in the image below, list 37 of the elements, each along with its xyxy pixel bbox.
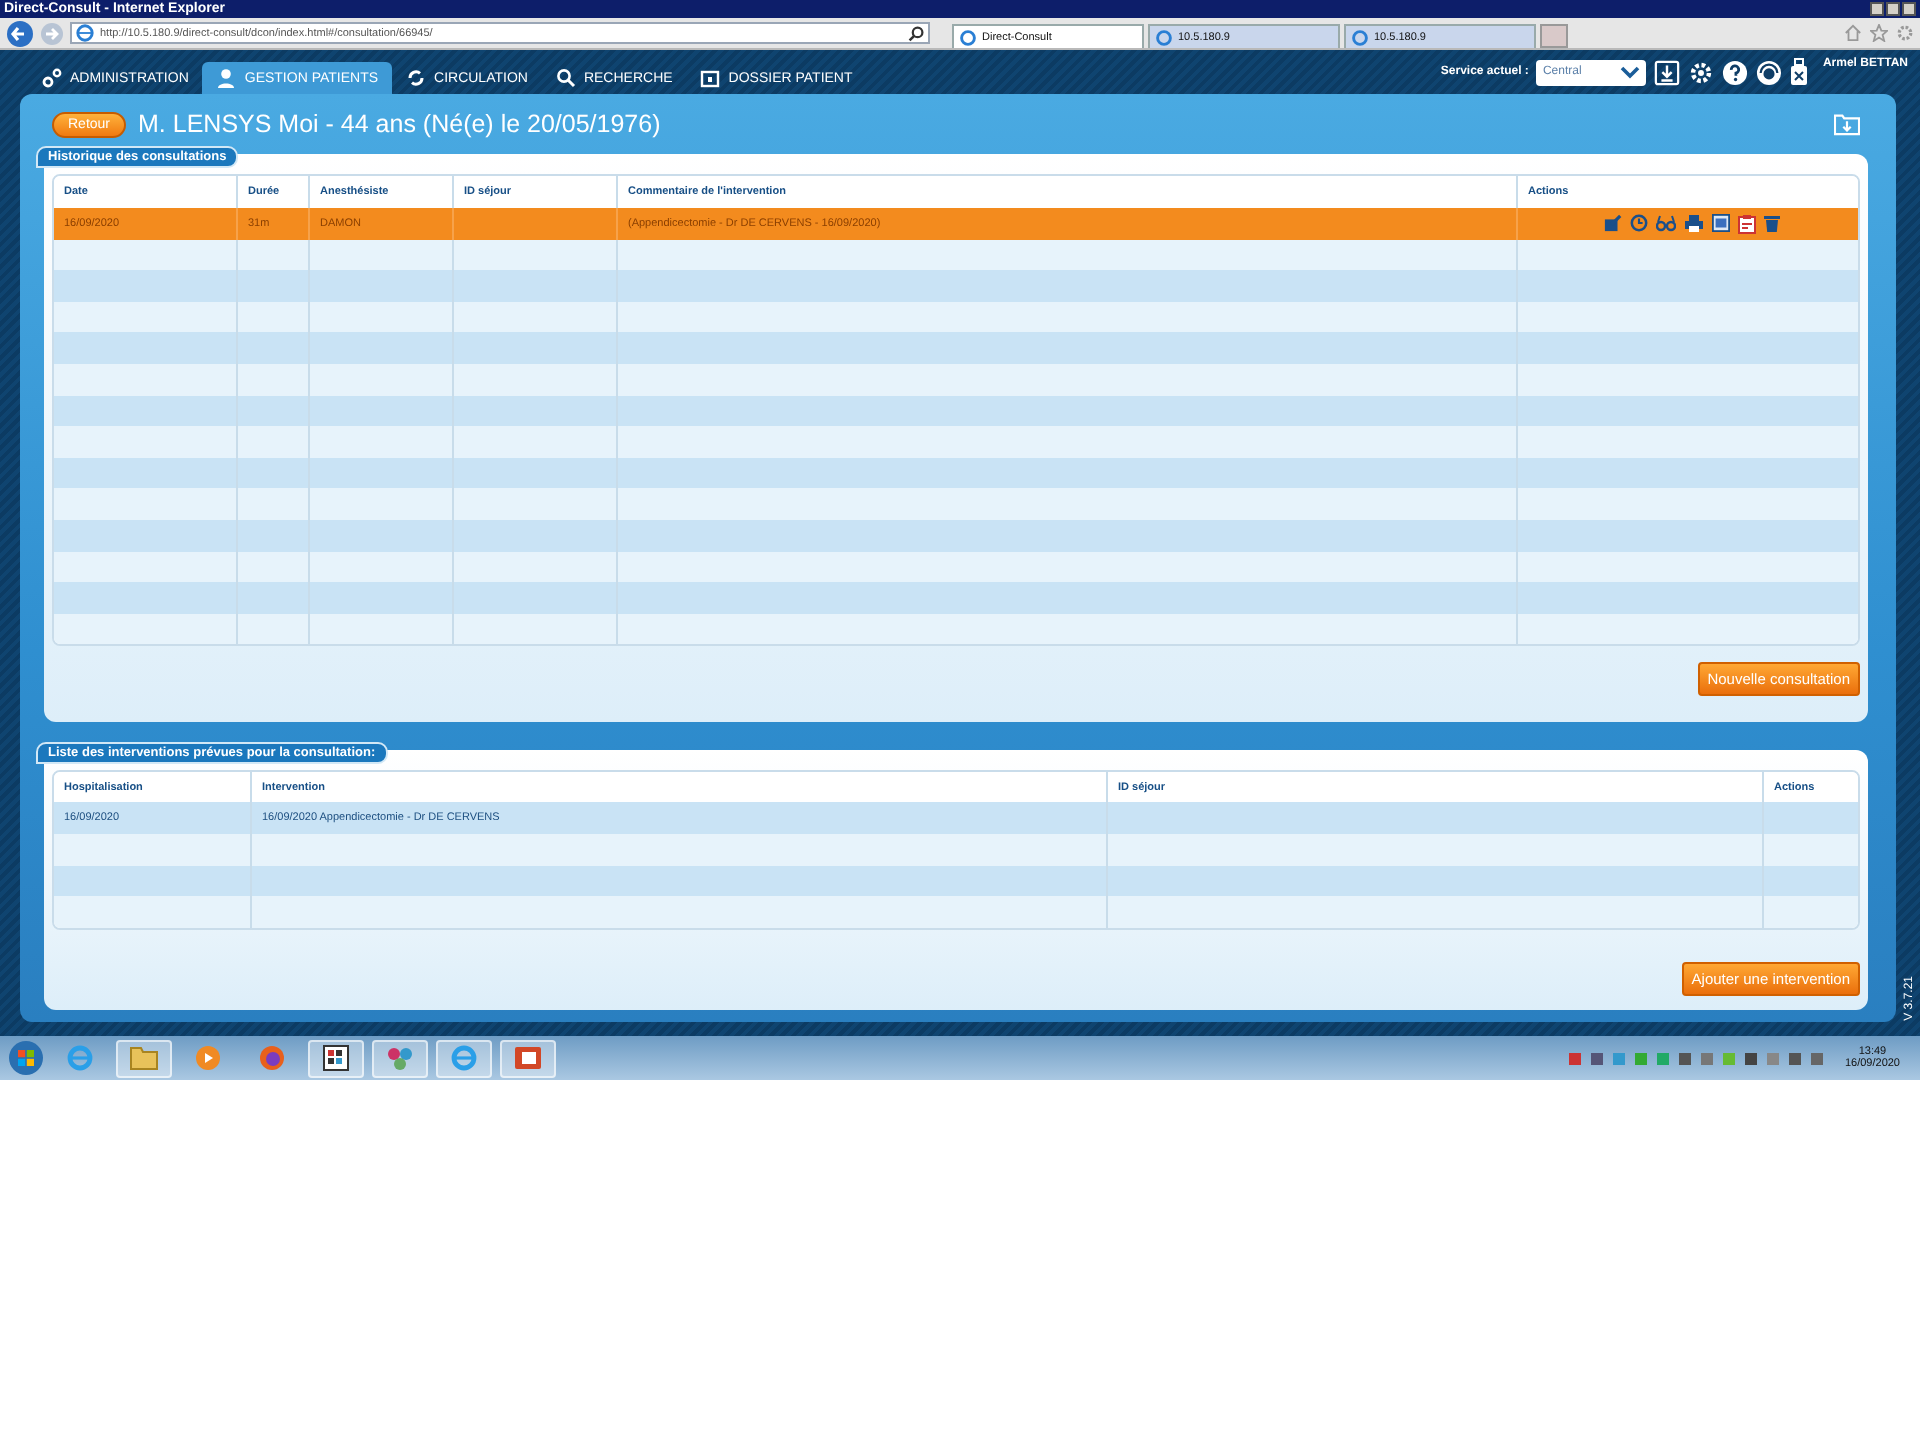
star-icon[interactable] <box>1870 24 1888 42</box>
usb-key-icon[interactable] <box>1790 58 1809 86</box>
edit-icon[interactable] <box>1604 214 1622 233</box>
help-icon[interactable] <box>1722 59 1749 85</box>
clipboard-icon[interactable] <box>1738 213 1756 234</box>
browser-icon <box>450 1044 478 1072</box>
person-icon <box>216 68 237 88</box>
taskbar-item[interactable] <box>308 1039 364 1077</box>
search-icon <box>555 68 576 88</box>
chevron-down-icon <box>1620 65 1641 79</box>
network-icon <box>386 1044 414 1072</box>
trash-icon[interactable] <box>1764 214 1780 233</box>
document-icon[interactable] <box>1712 214 1730 233</box>
printer-icon[interactable] <box>1684 214 1704 233</box>
minimize-button[interactable] <box>1870 2 1884 16</box>
folder-download-icon[interactable] <box>1834 112 1860 137</box>
grid-icon <box>322 1044 350 1072</box>
globe-icon <box>258 1044 286 1072</box>
maximize-button[interactable] <box>1886 2 1900 16</box>
folder-icon <box>130 1046 158 1070</box>
gears-icon <box>42 68 62 88</box>
close-button[interactable] <box>1902 2 1916 16</box>
search-icon[interactable] <box>908 25 924 41</box>
home-icon[interactable] <box>1844 24 1862 42</box>
clock-icon[interactable] <box>1630 214 1648 233</box>
download-icon[interactable] <box>1654 59 1681 85</box>
patient-title: M. LENSYS Moi - 44 ans (Né(e) le 20/05/1976) <box>138 110 661 139</box>
back-button[interactable] <box>6 19 34 47</box>
browser-icon <box>66 1044 94 1072</box>
refresh-icon <box>406 68 427 88</box>
play-icon <box>194 1044 222 1072</box>
new-tab-button[interactable] <box>1540 24 1568 48</box>
glasses-icon[interactable] <box>1656 214 1676 233</box>
folder-icon <box>700 68 721 88</box>
start-button[interactable] <box>8 1040 44 1076</box>
slides-icon <box>514 1046 542 1070</box>
headset-icon[interactable] <box>1756 59 1783 85</box>
